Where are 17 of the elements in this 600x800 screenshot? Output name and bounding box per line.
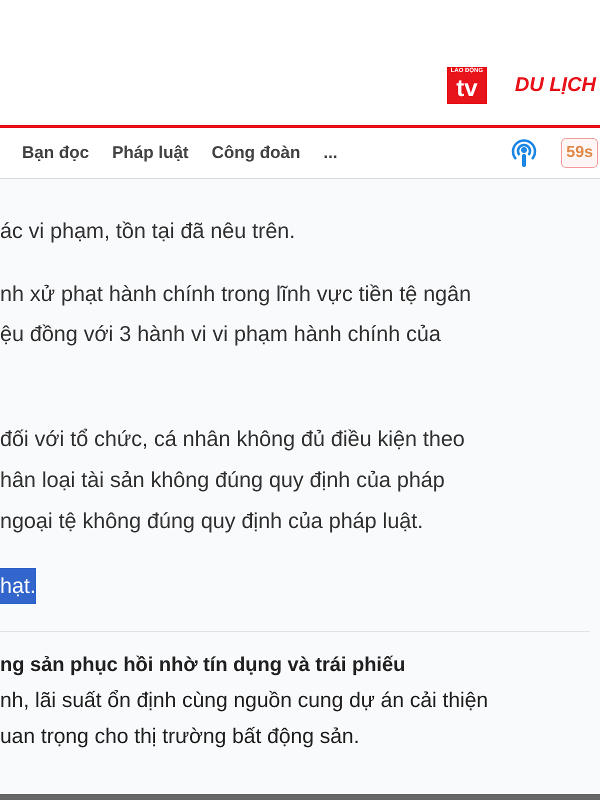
travel-logo[interactable]: DU LỊCH: [514, 74, 596, 97]
podcast-icon[interactable]: [510, 137, 538, 169]
nav-link[interactable]: Bạn đọc: [22, 143, 90, 163]
article-text: ngoại tệ không đúng quy định của pháp luật.: [0, 509, 424, 533]
nav-link[interactable]: ...: [323, 143, 338, 163]
article-text: ác vi phạm, tồn tại đã nêu trên.: [0, 219, 296, 243]
related-summary: nh, lãi suất ổn định cùng nguồn cung dự án cải thiện: [0, 689, 488, 712]
article-text: hạt.: [0, 568, 36, 604]
related-summary: uan trọng cho thị trường bất động sản.: [0, 725, 360, 748]
nav-link[interactable]: Pháp luật: [112, 143, 189, 163]
article-text: ệu đồng với 3 hành vi vi phạm hành chính của: [0, 322, 441, 346]
nav-link[interactable]: Công đoàn: [212, 143, 300, 163]
article-text: hân loại tài sản không đúng quy định của pháp: [0, 468, 445, 492]
article-text: đối với tổ chức, cá nhân không đủ điều kiện theo: [0, 427, 465, 451]
article-text: nh xử phạt hành chính trong lĩnh vực tiền tệ ngân: [0, 282, 472, 306]
logo-text: tv: [456, 76, 478, 102]
related-title[interactable]: ng sản phục hồi nhờ tín dụng và trái phiếu: [0, 654, 406, 676]
